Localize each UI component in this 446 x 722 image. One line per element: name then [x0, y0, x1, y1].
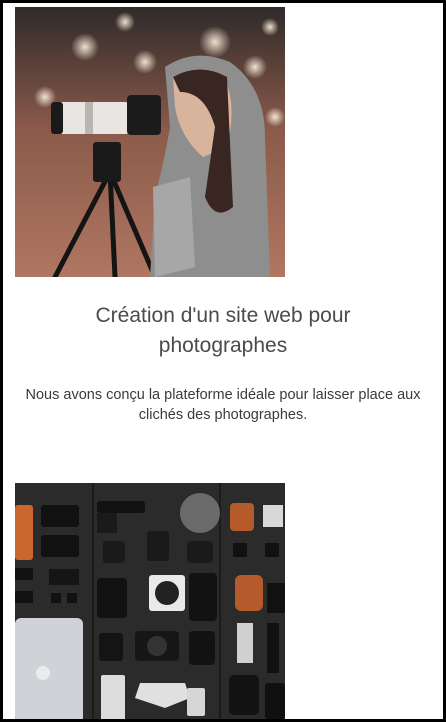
photographer-photo: [15, 7, 285, 277]
page: Création d'un site web pour photographes…: [0, 0, 446, 722]
project-title: Création d'un site web pour photographes: [95, 304, 351, 357]
gear-image: [15, 483, 285, 719]
gear-photo: [15, 483, 285, 719]
photographer-image: [15, 7, 285, 277]
project-description: Nous avons conçu la plateforme idéale po…: [25, 387, 421, 423]
project-section: Création d'un site web pour photographes…: [3, 301, 443, 425]
person: [150, 55, 270, 277]
